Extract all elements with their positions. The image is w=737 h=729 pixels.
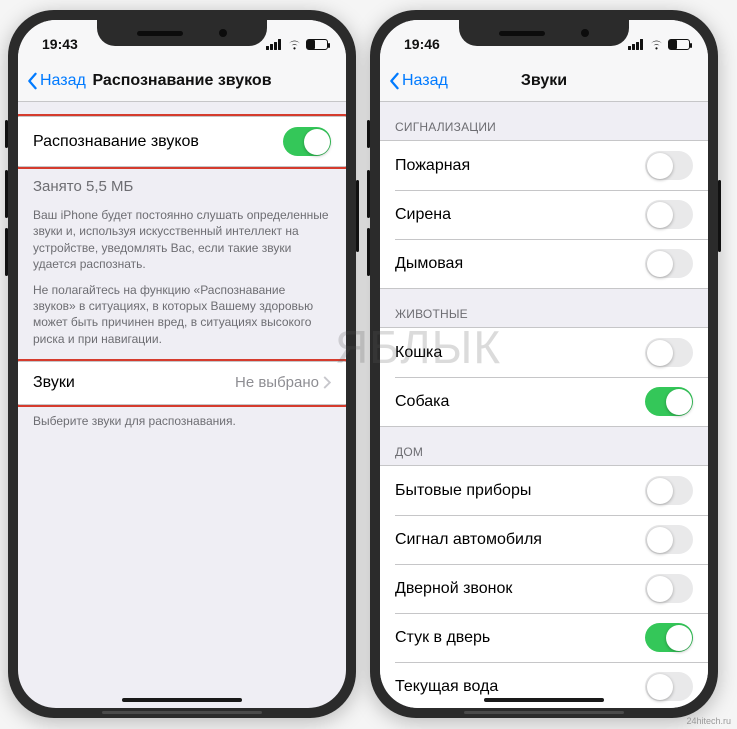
back-button[interactable]: Назад — [26, 72, 86, 90]
sound-recognition-label: Распознавание звуков — [33, 133, 283, 151]
sound-label: Дверной звонок — [395, 580, 645, 598]
sound-label: Дымовая — [395, 255, 645, 273]
chevron-left-icon — [388, 72, 400, 90]
sound-label: Стук в дверь — [395, 629, 645, 647]
sound-row-car-horn[interactable]: Сигнал автомобиля — [380, 515, 708, 564]
signal-icon — [628, 39, 645, 50]
sound-switch-car-horn[interactable] — [645, 525, 693, 554]
sound-switch-siren[interactable] — [645, 200, 693, 229]
phone-right: 19:46 Назад Звуки СИГНАЛИЗАЦИИ Пожарная Си… — [370, 10, 718, 718]
battery-icon — [668, 39, 690, 50]
nav-bar: Назад Звуки — [380, 60, 708, 102]
storage-text: Занято 5,5 МБ — [33, 177, 331, 197]
sound-label: Пожарная — [395, 157, 645, 175]
description-1: Ваш iPhone будет постоянно слушать опред… — [18, 197, 346, 272]
sound-row-appliances[interactable]: Бытовые приборы — [380, 466, 708, 515]
description-2: Не полагайтесь на функцию «Распознавание… — [18, 272, 346, 361]
section-header: СИГНАЛИЗАЦИИ — [380, 102, 708, 140]
iphone-notch — [459, 20, 629, 46]
sound-label: Сирена — [395, 206, 645, 224]
sound-row-door-knock[interactable]: Стук в дверь — [380, 613, 708, 662]
signal-icon — [266, 39, 283, 50]
sound-switch-smoke[interactable] — [645, 249, 693, 278]
sound-recognition-switch[interactable] — [283, 127, 331, 156]
page-title: Распознавание звуков — [92, 72, 271, 90]
back-label: Назад — [402, 72, 448, 90]
phone-left: 19:43 Назад Распознавание звуков Распозн… — [8, 10, 356, 718]
status-time: 19:43 — [42, 36, 78, 52]
status-time: 19:46 — [404, 36, 440, 52]
sounds-row[interactable]: Звуки Не выбрано — [18, 362, 346, 404]
iphone-notch — [97, 20, 267, 46]
sounds-label: Звуки — [33, 374, 235, 392]
sound-label: Кошка — [395, 344, 645, 362]
battery-icon — [306, 39, 328, 50]
sound-row-siren[interactable]: Сирена — [380, 190, 708, 239]
sound-switch-doorbell[interactable] — [645, 574, 693, 603]
back-label: Назад — [40, 72, 86, 90]
sound-row-smoke[interactable]: Дымовая — [380, 239, 708, 288]
section-header: ДОМ — [380, 427, 708, 465]
chevron-right-icon — [323, 376, 331, 389]
sound-row-dog[interactable]: Собака — [380, 377, 708, 426]
sound-recognition-row[interactable]: Распознавание звуков — [18, 117, 346, 166]
nav-bar: Назад Распознавание звуков — [18, 60, 346, 102]
section-header: ЖИВОТНЫЕ — [380, 289, 708, 327]
sound-switch-fire[interactable] — [645, 151, 693, 180]
sound-switch-dog[interactable] — [645, 387, 693, 416]
home-indicator — [484, 698, 604, 702]
sound-row-cat[interactable]: Кошка — [380, 328, 708, 377]
wifi-icon — [649, 39, 664, 50]
sound-label: Текущая вода — [395, 678, 645, 696]
sound-row-doorbell[interactable]: Дверной звонок — [380, 564, 708, 613]
sound-switch-appliances[interactable] — [645, 476, 693, 505]
wifi-icon — [287, 39, 302, 50]
sound-label: Бытовые приборы — [395, 482, 645, 500]
attribution-text: 24hitech.ru — [686, 716, 731, 726]
home-indicator — [122, 698, 242, 702]
sound-label: Собака — [395, 393, 645, 411]
back-button[interactable]: Назад — [388, 72, 448, 90]
sounds-detail: Не выбрано — [235, 374, 319, 391]
sound-switch-cat[interactable] — [645, 338, 693, 367]
sound-row-fire[interactable]: Пожарная — [380, 141, 708, 190]
sound-label: Сигнал автомобиля — [395, 531, 645, 549]
page-title: Звуки — [521, 72, 567, 90]
sound-switch-water[interactable] — [645, 672, 693, 701]
sounds-footer: Выберите звуки для распознавания. — [18, 405, 346, 429]
chevron-left-icon — [26, 72, 38, 90]
sound-switch-door-knock[interactable] — [645, 623, 693, 652]
